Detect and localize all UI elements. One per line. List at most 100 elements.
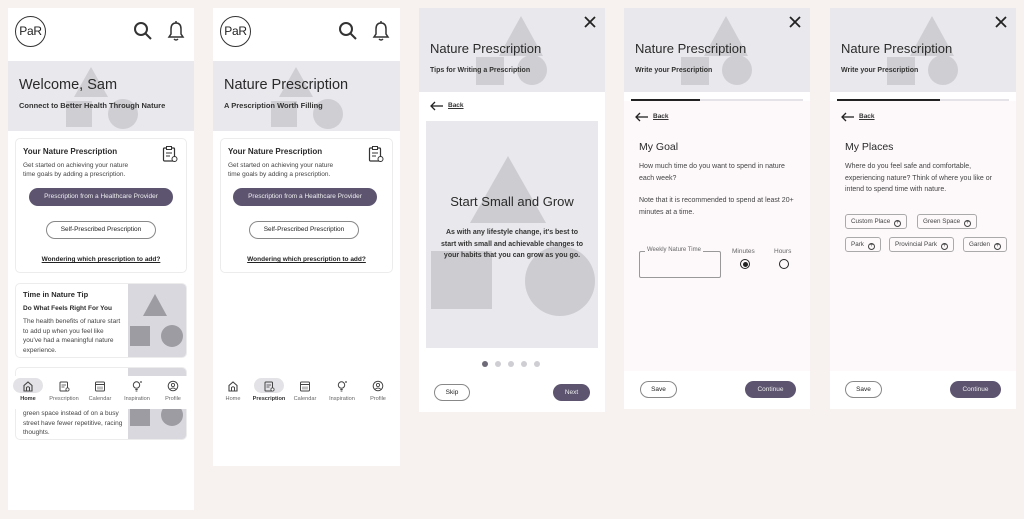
close-icon[interactable] <box>788 15 802 29</box>
chip-label: Custom Place <box>851 218 891 225</box>
home-icon <box>23 381 33 392</box>
back-arrow-icon <box>430 101 443 111</box>
hero-subtitle: Connect to Better Health Through Nature <box>19 101 166 110</box>
hero-title: Nature Prescription <box>841 41 953 56</box>
search-icon[interactable] <box>133 20 153 42</box>
footer-bar: Skip Next <box>419 374 605 412</box>
hours-radio[interactable] <box>779 259 789 269</box>
tip-title: Time in Nature Tip <box>23 290 89 299</box>
add-circle-icon: + <box>867 243 875 250</box>
search-icon[interactable] <box>338 20 358 42</box>
prescription-screen: PaR Nature Prescription A Prescription W… <box>213 8 400 466</box>
nav-item-prescription[interactable]: Prescription <box>251 376 287 409</box>
hero-subtitle: Write your Prescription <box>635 67 713 74</box>
bottom-nav: Home Prescription Calendar Inspiration Profi… <box>8 376 194 409</box>
nav-item-calendar[interactable]: Calendar <box>82 376 118 409</box>
save-button[interactable]: Save <box>845 381 882 398</box>
close-icon[interactable] <box>994 15 1008 29</box>
profile-icon <box>167 380 179 392</box>
pagination-dot[interactable] <box>534 361 540 367</box>
nav-label: Profile <box>165 396 181 402</box>
save-button[interactable]: Save <box>640 381 677 398</box>
nav-item-profile[interactable]: Profile <box>155 376 191 409</box>
slide-triangle-shape <box>470 156 546 223</box>
bell-icon[interactable] <box>166 20 186 42</box>
pagination-dot[interactable] <box>521 361 527 367</box>
self-prescribed-button[interactable]: Self-Prescribed Prescription <box>249 221 359 239</box>
pagination-dot[interactable] <box>482 361 488 367</box>
tip-slide[interactable]: Start Small and Grow As with any lifesty… <box>426 121 598 348</box>
nav-item-prescription[interactable]: Prescription <box>46 376 82 409</box>
nav-label: Profile <box>370 396 386 402</box>
lightbulb-icon <box>132 381 142 392</box>
hero-subtitle: Write your Prescription <box>841 67 919 74</box>
app-logo[interactable]: PaR <box>220 16 251 47</box>
pagination-dot[interactable] <box>495 361 501 367</box>
goal-note: Note that it is recommended to spend at … <box>639 197 794 216</box>
continue-button[interactable]: Continue <box>950 381 1001 398</box>
nav-item-profile[interactable]: Profile <box>360 376 396 409</box>
skip-button[interactable]: Skip <box>434 384 470 401</box>
slide-title: Start Small and Grow <box>450 194 574 209</box>
hero-circle-shape <box>928 55 958 85</box>
step-title: My Places <box>845 141 894 153</box>
close-icon[interactable] <box>583 15 597 29</box>
hero-subtitle: A Prescription Worth Filling <box>224 101 323 110</box>
progress-fill <box>631 99 700 101</box>
which-prescription-link[interactable]: Wondering which prescription to add? <box>221 256 392 263</box>
weekly-nature-time-input[interactable]: Weekly Nature Time <box>639 247 721 278</box>
tip-body: The health benefits of nature start to a… <box>23 318 121 354</box>
place-chip-provincial-park[interactable]: Provincial Park + <box>889 237 954 252</box>
step-content: My Places Where do you feel safe and com… <box>830 101 1016 371</box>
back-button[interactable]: Back <box>430 101 464 111</box>
nature-tip-card[interactable]: Time in Nature Tip Do What Feels Right F… <box>15 283 187 358</box>
back-label: Back <box>859 113 875 120</box>
step-content: My Goal How much time do you want to spe… <box>624 101 810 371</box>
hero-banner: Nature Prescription Write your Prescript… <box>624 8 810 92</box>
place-chip-custom-place[interactable]: Custom Place + <box>845 214 908 229</box>
nav-item-home[interactable]: Home <box>10 376 46 409</box>
place-chip-park[interactable]: Park + <box>845 237 881 252</box>
next-button[interactable]: Next <box>553 384 590 401</box>
field-label: Weekly Nature Time <box>645 247 703 253</box>
hero-title: Nature Prescription <box>635 41 747 56</box>
healthcare-provider-button[interactable]: Prescription from a Healthcare Provider <box>233 188 377 206</box>
continue-button[interactable]: Continue <box>745 381 796 398</box>
add-circle-icon: + <box>894 220 902 227</box>
step-progress-bar <box>631 99 803 101</box>
tip-image <box>128 284 186 357</box>
bottom-nav: Home Prescription Calendar Inspiration Profi… <box>213 376 400 409</box>
back-button[interactable]: Back <box>841 112 875 122</box>
which-prescription-link[interactable]: Wondering which prescription to add? <box>16 256 186 263</box>
tip-body: green space instead of on a busy street … <box>23 410 123 436</box>
profile-icon <box>372 380 384 392</box>
prescription-card: Your Nature Prescription Get started on … <box>220 138 393 273</box>
back-button[interactable]: Back <box>635 112 669 122</box>
hero-title: Nature Prescription <box>224 77 349 93</box>
top-bar: PaR <box>8 8 194 61</box>
radio-label-hours: Hours <box>774 248 792 255</box>
hero-title: Nature Prescription <box>430 41 542 56</box>
healthcare-provider-button[interactable]: Prescription from a Healthcare Provider <box>29 188 173 206</box>
back-label: Back <box>653 113 669 120</box>
pagination-dot[interactable] <box>508 361 514 367</box>
nav-item-calendar[interactable]: Calendar <box>287 376 323 409</box>
chip-label: Green Space <box>923 218 961 225</box>
app-logo[interactable]: PaR <box>15 16 46 47</box>
clipboard-icon <box>368 146 384 162</box>
place-chip-green-space[interactable]: Green Space + <box>917 214 978 229</box>
nav-item-inspiration[interactable]: Inspiration <box>119 376 155 409</box>
hero-subtitle: Tips for Writing a Prescription <box>430 67 531 74</box>
bell-icon[interactable] <box>371 20 391 42</box>
step-progress-bar <box>837 99 1009 101</box>
nav-item-inspiration[interactable]: Inspiration <box>324 376 360 409</box>
hero-banner: Nature Prescription Tips for Writing a P… <box>419 8 605 92</box>
self-prescribed-button[interactable]: Self-Prescribed Prescription <box>46 221 156 239</box>
back-label: Back <box>448 102 464 109</box>
clipboard-icon <box>59 381 70 392</box>
minutes-radio[interactable] <box>740 259 750 269</box>
place-chip-garden[interactable]: Garden + <box>963 237 1008 252</box>
calendar-icon <box>300 381 310 392</box>
nav-item-home[interactable]: Home <box>215 376 251 409</box>
top-bar: PaR <box>213 8 400 61</box>
